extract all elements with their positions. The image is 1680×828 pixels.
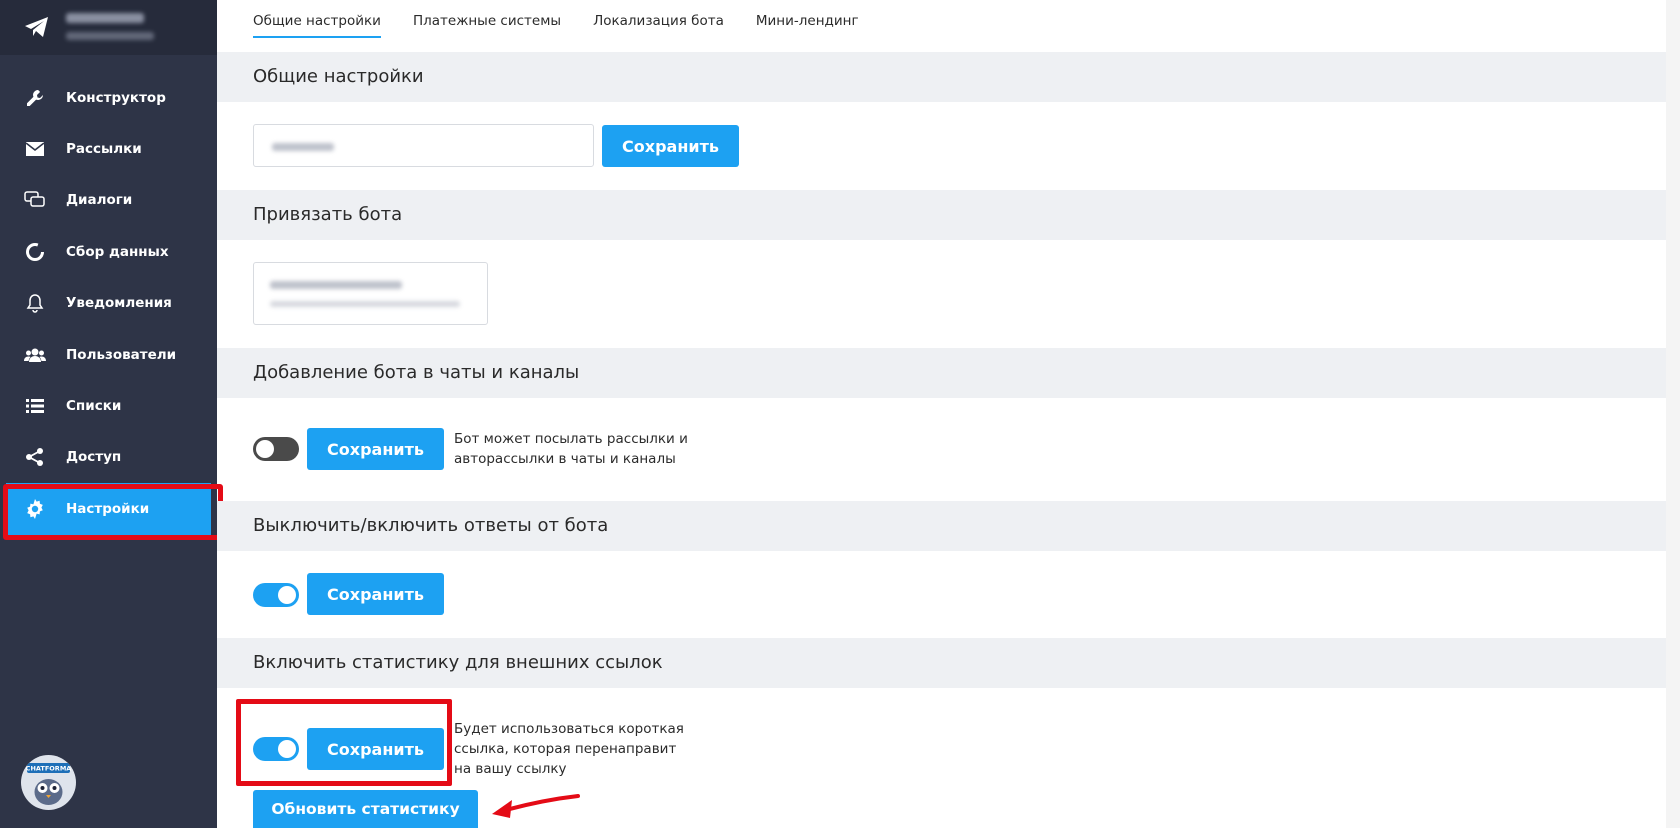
bell-icon <box>24 292 46 314</box>
sidebar-item-label: Рассылки <box>66 141 142 158</box>
sidebar-header <box>0 0 217 55</box>
chats-description: Бот может посылать рассылки и авторассыл… <box>454 431 688 467</box>
toggle-knob <box>256 440 274 458</box>
share-icon <box>24 446 46 468</box>
chatforma-mascot-icon: CHATFORMA <box>26 763 72 805</box>
save-replies-button[interactable]: Сохранить <box>307 573 444 615</box>
bot-name-input[interactable] <box>253 124 594 167</box>
app-root: Конструктор Рассылки Диалоги Сбор данных <box>0 0 1680 828</box>
envelope-icon <box>24 138 46 160</box>
highlight-box-settings <box>3 484 223 540</box>
tab-localization[interactable]: Локализация бота <box>593 0 724 38</box>
replies-toggle[interactable] <box>253 583 299 607</box>
sidebar-item-users[interactable]: Пользователи <box>0 329 217 380</box>
section-title: Выключить/включить ответы от бота <box>253 515 609 536</box>
refresh-stats-button[interactable]: Обновить статистику <box>253 790 478 828</box>
circle-progress-icon <box>24 241 46 263</box>
avatar[interactable]: CHATFORMA <box>21 755 76 810</box>
avatar-brand-text: CHATFORMA <box>26 765 72 773</box>
sidebar-item-label: Доступ <box>66 449 122 466</box>
section-title: Привязать бота <box>253 204 403 225</box>
settings-tabs: Общие настройки Платежные системы Локали… <box>253 0 859 40</box>
scrollbar[interactable] <box>1666 0 1680 828</box>
section-title: Общие настройки <box>253 66 424 87</box>
sidebar-item-access[interactable]: Доступ <box>0 432 217 483</box>
tab-general[interactable]: Общие настройки <box>253 0 381 38</box>
sidebar-item-dialogs[interactable]: Диалоги <box>0 175 217 226</box>
section-bind-header: Привязать бота <box>217 190 1680 240</box>
save-general-button[interactable]: Сохранить <box>602 125 739 167</box>
chats-toggle[interactable] <box>253 437 299 461</box>
arrow-annotation-icon <box>492 794 580 818</box>
sidebar-item-constructor[interactable]: Конструктор <box>0 72 217 123</box>
telegram-logo-icon[interactable] <box>22 12 52 42</box>
sidebar-item-lists[interactable]: Списки <box>0 380 217 431</box>
account-info-blurred[interactable] <box>66 10 166 46</box>
tab-payment-systems[interactable]: Платежные системы <box>413 0 561 38</box>
users-icon <box>24 344 46 366</box>
sidebar-item-mailings[interactable]: Рассылки <box>0 123 217 174</box>
sidebar-item-label: Конструктор <box>66 89 166 106</box>
wrench-icon <box>24 87 46 109</box>
toggle-knob <box>278 586 296 604</box>
sidebar-item-label: Сбор данных <box>66 243 169 260</box>
section-chats-header: Добавление бота в чаты и каналы <box>217 348 1680 398</box>
bot-token-field[interactable] <box>253 262 488 325</box>
tab-mini-landing[interactable]: Мини-лендинг <box>756 0 859 38</box>
sidebar: Конструктор Рассылки Диалоги Сбор данных <box>0 0 217 828</box>
stats-description: Будет использоваться короткая ссылка, ко… <box>454 721 684 777</box>
section-title: Добавление бота в чаты и каналы <box>253 362 580 383</box>
highlight-box-stats <box>236 699 452 786</box>
chat-bubbles-icon <box>24 189 46 211</box>
section-stats-header: Включить статистику для внешних ссылок <box>217 638 1680 688</box>
sidebar-item-label: Уведомления <box>66 295 172 312</box>
sidebar-nav: Конструктор Рассылки Диалоги Сбор данных <box>0 72 217 535</box>
sidebar-item-notifications[interactable]: Уведомления <box>0 278 217 329</box>
section-replies-header: Выключить/включить ответы от бота <box>217 501 1680 551</box>
sidebar-item-label: Списки <box>66 398 122 415</box>
sidebar-item-data-collection[interactable]: Сбор данных <box>0 226 217 277</box>
sidebar-item-label: Пользователи <box>66 346 177 363</box>
save-chats-button[interactable]: Сохранить <box>307 428 444 470</box>
sidebar-item-label: Диалоги <box>66 192 133 209</box>
section-title: Включить статистику для внешних ссылок <box>253 652 663 673</box>
section-general-header: Общие настройки <box>217 52 1680 102</box>
list-icon <box>24 395 46 417</box>
